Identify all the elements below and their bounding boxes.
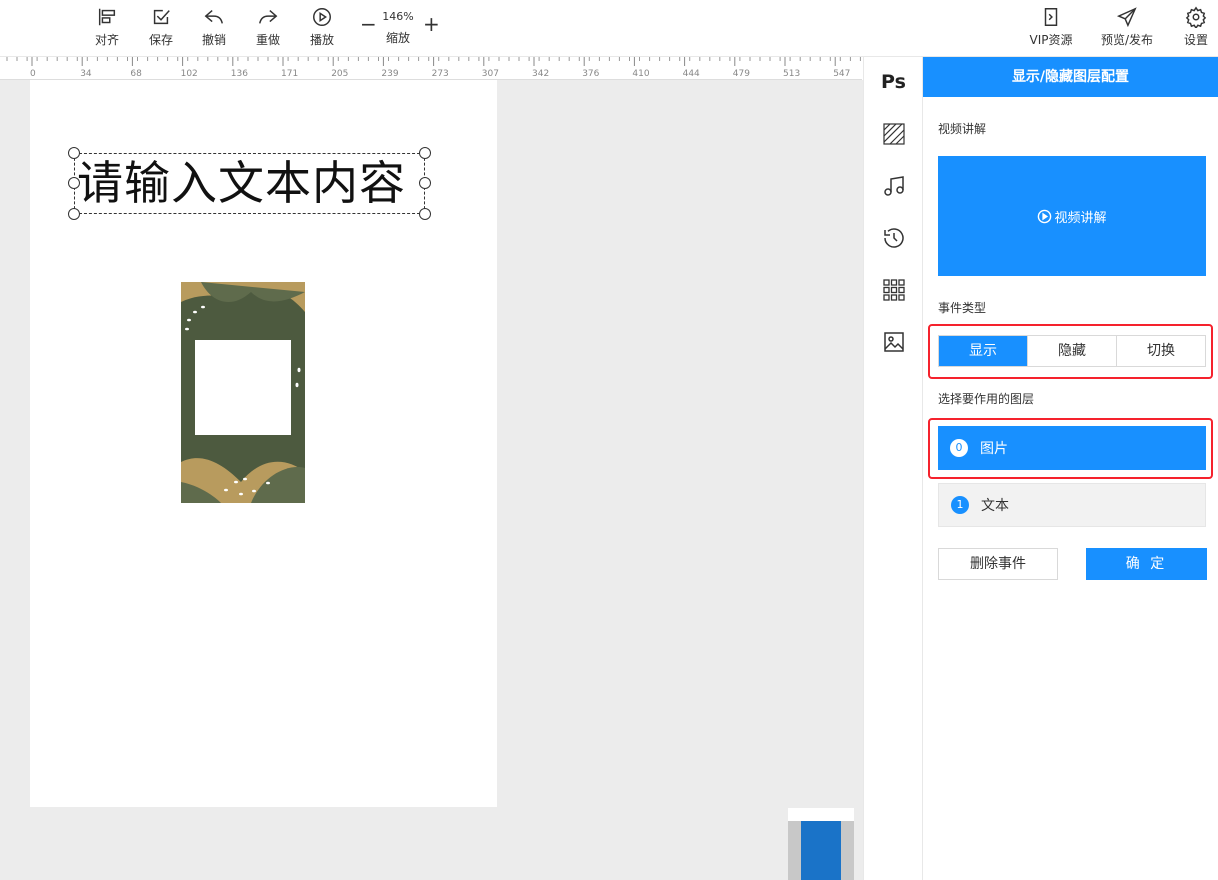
ruler-tick-label: 205 bbox=[331, 69, 348, 79]
preview-label: 预览/发布 bbox=[1100, 33, 1154, 47]
redo-label: 重做 bbox=[255, 33, 280, 47]
canvas-area[interactable]: 请输入文本内容 bbox=[0, 80, 863, 880]
align-button[interactable]: 对齐 bbox=[85, 6, 129, 48]
layer-section-title: 选择要作用的图层 bbox=[938, 392, 1035, 406]
resize-handle-top-right[interactable] bbox=[419, 147, 431, 159]
text-layer-content[interactable]: 请输入文本内容 bbox=[77, 157, 406, 209]
gear-icon bbox=[1185, 6, 1207, 28]
ruler-tick-label: 307 bbox=[482, 69, 499, 79]
tool-icon-strip: Ps bbox=[863, 57, 923, 880]
save-icon bbox=[153, 9, 170, 25]
align-label: 对齐 bbox=[94, 33, 119, 47]
page-thumbnail[interactable] bbox=[788, 808, 854, 880]
video-tutorial-button[interactable]: 视频讲解 bbox=[938, 156, 1206, 276]
text-layer[interactable]: 请输入文本内容 bbox=[68, 147, 431, 220]
music-icon[interactable] bbox=[882, 174, 906, 198]
ruler-tick-label: 34 bbox=[80, 69, 92, 79]
resize-handle-bottom-left[interactable] bbox=[68, 208, 80, 220]
event-type-title: 事件类型 bbox=[938, 301, 987, 315]
layer-option-text[interactable]: 1 文本 bbox=[938, 483, 1206, 527]
ruler-tick-label: 547 bbox=[833, 69, 850, 79]
event-type-toggle[interactable]: 切换 bbox=[1117, 336, 1205, 366]
play-icon bbox=[313, 8, 331, 26]
image-icon[interactable] bbox=[882, 330, 906, 354]
video-tutorial-label: 视频讲解 bbox=[1054, 210, 1107, 226]
layer-index-badge: 1 bbox=[951, 496, 969, 514]
design-page[interactable]: 请输入文本内容 bbox=[30, 80, 497, 807]
ruler-tick-label: 239 bbox=[381, 69, 398, 79]
delete-event-button[interactable]: 删除事件 bbox=[938, 548, 1058, 580]
settings-label: 设置 bbox=[1183, 33, 1208, 47]
horizontal-ruler: 0 34 68 102 136 171 205 239 273 307 342 376 410 444 47… bbox=[0, 57, 862, 80]
ruler-tick-label: 273 bbox=[432, 69, 449, 79]
texture-icon[interactable] bbox=[882, 122, 906, 146]
save-label: 保存 bbox=[148, 33, 173, 47]
thumbnail-viewport bbox=[801, 821, 841, 880]
ps-icon[interactable]: Ps bbox=[881, 71, 906, 93]
layer-option-image[interactable]: 0 图片 bbox=[938, 426, 1206, 470]
zoom-out-button[interactable]: − bbox=[360, 14, 377, 34]
image-layer[interactable] bbox=[181, 282, 305, 503]
vip-resources-button[interactable]: VIP资源 bbox=[1025, 6, 1077, 48]
resize-handle-bottom-right[interactable] bbox=[419, 208, 431, 220]
video-section-title: 视频讲解 bbox=[938, 122, 987, 136]
vip-label: VIP资源 bbox=[1029, 33, 1073, 47]
ruler-tick-label: 342 bbox=[532, 69, 549, 79]
resize-handle-top-left[interactable] bbox=[68, 147, 80, 159]
align-icon bbox=[98, 8, 116, 26]
layer-index-badge: 0 bbox=[950, 439, 968, 457]
ruler-tick-label: 136 bbox=[231, 69, 248, 79]
redo-button[interactable]: 重做 bbox=[246, 6, 290, 48]
vip-icon bbox=[1044, 8, 1058, 26]
save-button[interactable]: 保存 bbox=[139, 6, 183, 48]
settings-button[interactable]: 设置 bbox=[1174, 6, 1218, 48]
zoom-in-button[interactable]: + bbox=[423, 14, 440, 34]
resize-handle-middle-right[interactable] bbox=[419, 177, 431, 189]
play-label: 播放 bbox=[309, 33, 334, 47]
ruler-tick-label: 171 bbox=[281, 69, 298, 79]
ruler-tick-label: 102 bbox=[181, 69, 198, 79]
undo-icon bbox=[204, 10, 223, 24]
layer-name: 图片 bbox=[980, 441, 1008, 457]
confirm-button[interactable]: 确 定 bbox=[1086, 548, 1207, 580]
zoom-value: 146% bbox=[382, 10, 414, 23]
ruler-tick-label: 376 bbox=[582, 69, 599, 79]
zoom-label: 缩放 bbox=[385, 31, 410, 45]
ruler-tick-label: 410 bbox=[632, 69, 649, 79]
ruler-ticks: 0 34 68 102 136 171 205 239 273 307 342 376 410 444 47… bbox=[6, 57, 861, 79]
event-type-show[interactable]: 显示 bbox=[939, 336, 1028, 366]
top-toolbar: 对齐 保存 撤销 重做 播放 − 146% 缩放 + VIP资源 预览/发布 设… bbox=[0, 0, 1218, 57]
preview-publish-button[interactable]: 预览/发布 bbox=[1098, 6, 1156, 48]
grid-icon[interactable] bbox=[882, 278, 906, 302]
panel-title: 显示/隐藏图层配置 bbox=[923, 57, 1218, 97]
redo-icon bbox=[259, 10, 278, 24]
history-icon[interactable] bbox=[882, 226, 906, 250]
play-button[interactable]: 播放 bbox=[300, 6, 344, 48]
ruler-tick-label: 444 bbox=[683, 69, 700, 79]
ruler-tick-label: 68 bbox=[130, 69, 142, 79]
play-circle-icon bbox=[1038, 209, 1052, 223]
leaf-frame-image bbox=[181, 282, 305, 503]
undo-label: 撤销 bbox=[201, 33, 226, 47]
ruler-tick-label: 513 bbox=[783, 69, 800, 79]
event-type-selector: 显示 隐藏 切换 bbox=[938, 335, 1206, 367]
send-icon bbox=[1116, 7, 1137, 28]
resize-handle-middle-left[interactable] bbox=[68, 177, 80, 189]
event-config-panel: 显示/隐藏图层配置 视频讲解 视频讲解 事件类型 显示 隐藏 切换 选择要作用的… bbox=[923, 57, 1218, 880]
layer-name: 文本 bbox=[981, 498, 1009, 514]
event-type-hide[interactable]: 隐藏 bbox=[1028, 336, 1117, 366]
undo-button[interactable]: 撤销 bbox=[192, 6, 236, 48]
ruler-tick-label: 0 bbox=[30, 69, 36, 79]
ruler-tick-label: 479 bbox=[733, 69, 750, 79]
